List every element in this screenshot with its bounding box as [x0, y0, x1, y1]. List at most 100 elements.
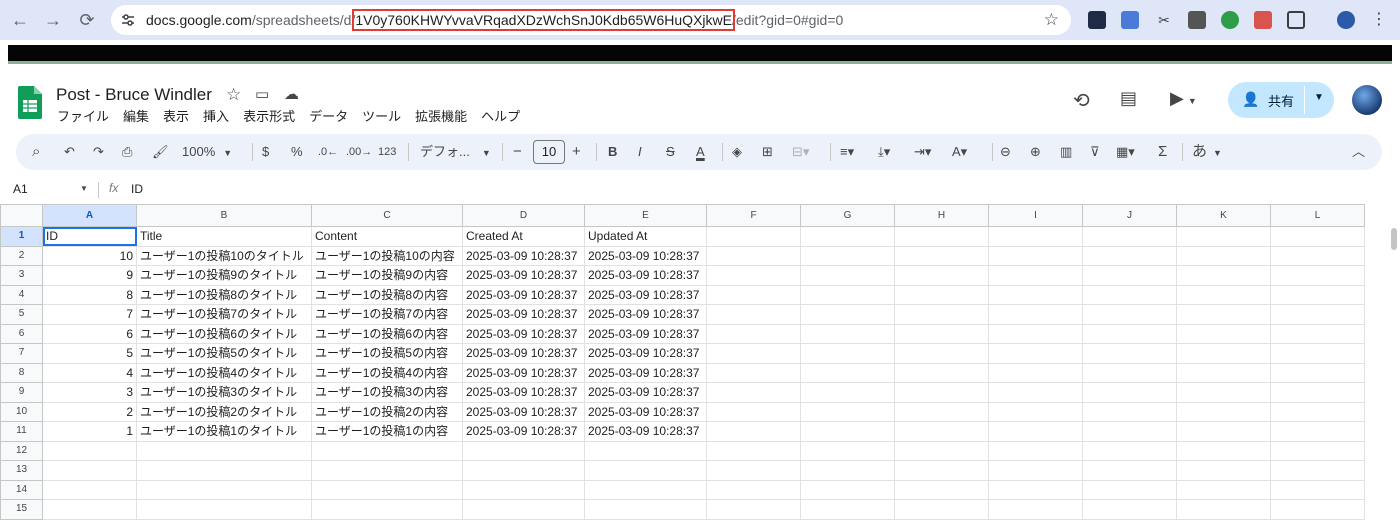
- cell-g6[interactable]: [800, 323, 895, 344]
- cell-e6[interactable]: 2025-03-09 10:28:37: [584, 323, 707, 344]
- cell-d12[interactable]: [462, 440, 585, 461]
- column-header-i[interactable]: I: [988, 204, 1083, 227]
- zoom-select[interactable]: 100% ▼: [182, 134, 232, 170]
- cell-c2[interactable]: ユーザー1の投稿10の内容: [311, 245, 463, 266]
- search-menus-icon[interactable]: ⌕: [32, 134, 40, 170]
- cell-i10[interactable]: [988, 401, 1083, 422]
- column-header-a[interactable]: A: [42, 204, 137, 227]
- cell-l9[interactable]: [1270, 382, 1365, 403]
- row-header[interactable]: 11: [0, 421, 43, 442]
- font-size-input[interactable]: 10: [533, 140, 565, 164]
- menu-edit[interactable]: 編集: [123, 109, 149, 124]
- cell-d6[interactable]: 2025-03-09 10:28:37: [462, 323, 585, 344]
- cell-a11[interactable]: 1: [42, 421, 137, 442]
- menu-insert[interactable]: 挿入: [203, 109, 229, 124]
- cell-h15[interactable]: [894, 499, 989, 520]
- column-header-h[interactable]: H: [894, 204, 989, 227]
- horizontal-align-icon[interactable]: ≡▾: [840, 134, 854, 170]
- cell-j4[interactable]: [1082, 284, 1177, 305]
- more-formats-button[interactable]: 123: [378, 134, 396, 170]
- cell-g10[interactable]: [800, 401, 895, 422]
- cell-h7[interactable]: [894, 343, 989, 364]
- cell-c13[interactable]: [311, 460, 463, 481]
- cell-a1[interactable]: ID: [42, 226, 137, 247]
- cell-f9[interactable]: [706, 382, 801, 403]
- cell-e14[interactable]: [584, 479, 707, 500]
- undo-icon[interactable]: ↶: [64, 134, 75, 170]
- comments-icon[interactable]: ▤: [1120, 88, 1137, 109]
- cell-k15[interactable]: [1176, 499, 1271, 520]
- menu-data[interactable]: データ: [309, 109, 348, 124]
- row-header[interactable]: 6: [0, 323, 43, 344]
- filter-icon[interactable]: ⊽: [1090, 134, 1100, 170]
- cell-a2[interactable]: 10: [42, 245, 137, 266]
- profile-icon[interactable]: [1337, 11, 1355, 29]
- cell-i12[interactable]: [988, 440, 1083, 461]
- reload-icon[interactable]: ⟳: [76, 9, 98, 31]
- extension-icon-3[interactable]: ✂: [1155, 11, 1173, 29]
- cell-h8[interactable]: [894, 362, 989, 383]
- cell-a7[interactable]: 5: [42, 343, 137, 364]
- cell-k1[interactable]: [1176, 226, 1271, 247]
- cell-k14[interactable]: [1176, 479, 1271, 500]
- cell-c4[interactable]: ユーザー1の投稿8の内容: [311, 284, 463, 305]
- cell-d14[interactable]: [462, 479, 585, 500]
- vertical-scrollbar[interactable]: [1391, 228, 1397, 250]
- forward-arrow-icon[interactable]: →: [42, 9, 64, 31]
- row-header[interactable]: 4: [0, 284, 43, 305]
- cell-c15[interactable]: [311, 499, 463, 520]
- cell-j11[interactable]: [1082, 421, 1177, 442]
- cell-i13[interactable]: [988, 460, 1083, 481]
- cell-i11[interactable]: [988, 421, 1083, 442]
- cell-a3[interactable]: 9: [42, 265, 137, 286]
- cell-g3[interactable]: [800, 265, 895, 286]
- currency-format-button[interactable]: $: [262, 134, 269, 170]
- cell-l10[interactable]: [1270, 401, 1365, 422]
- cell-f14[interactable]: [706, 479, 801, 500]
- column-header-e[interactable]: E: [584, 204, 707, 227]
- cell-f13[interactable]: [706, 460, 801, 481]
- insert-comment-icon[interactable]: ⊕: [1030, 134, 1041, 170]
- cell-b7[interactable]: ユーザー1の投稿5のタイトル: [136, 343, 312, 364]
- column-header-l[interactable]: L: [1270, 204, 1365, 227]
- cell-j14[interactable]: [1082, 479, 1177, 500]
- cell-b12[interactable]: [136, 440, 312, 461]
- cell-i6[interactable]: [988, 323, 1083, 344]
- row-header[interactable]: 15: [0, 499, 43, 520]
- cell-j3[interactable]: [1082, 265, 1177, 286]
- text-wrap-icon[interactable]: ⇥▾: [914, 134, 931, 170]
- cell-f11[interactable]: [706, 421, 801, 442]
- cell-l13[interactable]: [1270, 460, 1365, 481]
- cell-c9[interactable]: ユーザー1の投稿3の内容: [311, 382, 463, 403]
- account-avatar[interactable]: [1352, 85, 1382, 115]
- cell-f15[interactable]: [706, 499, 801, 520]
- cell-j15[interactable]: [1082, 499, 1177, 520]
- share-button[interactable]: 👤 共有 ▼: [1228, 82, 1334, 118]
- borders-icon[interactable]: ⊞: [762, 134, 773, 170]
- name-box[interactable]: A1: [13, 182, 28, 196]
- cell-h2[interactable]: [894, 245, 989, 266]
- cell-f7[interactable]: [706, 343, 801, 364]
- cell-b5[interactable]: ユーザー1の投稿7のタイトル: [136, 304, 312, 325]
- cell-f6[interactable]: [706, 323, 801, 344]
- cell-e9[interactable]: 2025-03-09 10:28:37: [584, 382, 707, 403]
- cell-e3[interactable]: 2025-03-09 10:28:37: [584, 265, 707, 286]
- strikethrough-button[interactable]: S: [666, 134, 675, 170]
- cell-a5[interactable]: 7: [42, 304, 137, 325]
- cell-l11[interactable]: [1270, 421, 1365, 442]
- font-size-decrease-button[interactable]: −: [513, 134, 522, 170]
- cell-j10[interactable]: [1082, 401, 1177, 422]
- cell-e2[interactable]: 2025-03-09 10:28:37: [584, 245, 707, 266]
- cell-f5[interactable]: [706, 304, 801, 325]
- cell-h11[interactable]: [894, 421, 989, 442]
- cell-c8[interactable]: ユーザー1の投稿4の内容: [311, 362, 463, 383]
- cell-j2[interactable]: [1082, 245, 1177, 266]
- column-header-c[interactable]: C: [311, 204, 463, 227]
- row-header[interactable]: 9: [0, 382, 43, 403]
- cell-a9[interactable]: 3: [42, 382, 137, 403]
- cell-h10[interactable]: [894, 401, 989, 422]
- cell-l4[interactable]: [1270, 284, 1365, 305]
- cell-h1[interactable]: [894, 226, 989, 247]
- cell-d11[interactable]: 2025-03-09 10:28:37: [462, 421, 585, 442]
- cell-f3[interactable]: [706, 265, 801, 286]
